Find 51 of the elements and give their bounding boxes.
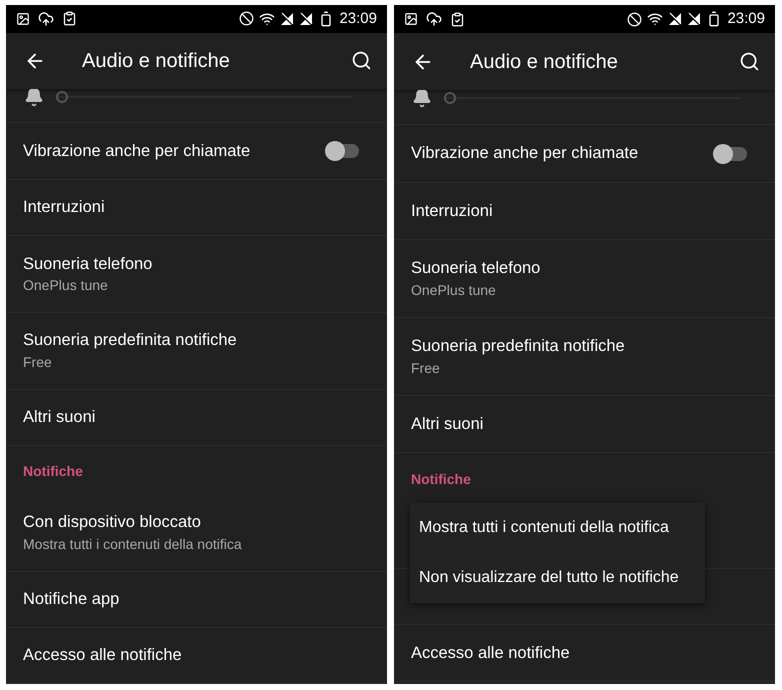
setting-summary: Free [411,360,441,378]
setting-title[interactable]: Altri suoni [23,406,387,428]
section-header: Notifiche [23,462,83,481]
setting-title[interactable]: Suoneria telefono [23,254,387,274]
setting-summary: OnePlus tune [411,282,497,300]
setting-title: Vibrazione anche per chiamate [23,140,250,162]
bell-icon [412,90,432,108]
setting-title[interactable]: Accesso alle notifiche [411,642,775,664]
setting-title[interactable]: Interruzioni [23,197,387,218]
no-signal-icon [299,12,314,26]
setting-title[interactable]: Suoneria telefono [411,258,775,279]
toggle-switch[interactable] [713,144,749,164]
setting-summary: Free [23,354,53,372]
setting-title[interactable]: Suoneria predefinita notifiche [23,330,387,351]
volume-slider[interactable] [56,90,353,103]
setting-title[interactable]: Interruzioni [411,200,775,222]
bell-icon [24,88,44,107]
setting-title: Vibrazione anche per chiamate [411,143,638,164]
menu-option[interactable]: Mostra tutti i contenuti della notifica [410,503,705,553]
setting-summary: OnePlus tune [23,277,109,295]
setting-title[interactable]: Notifiche app [23,589,387,610]
cloud-upload-icon [426,11,442,27]
status-time: 23:09 [727,8,765,29]
toggle-switch[interactable] [325,141,361,162]
no-signal-icon [687,12,702,26]
image-icon [404,12,418,26]
image-icon [16,12,30,26]
clipboard-check-icon [62,11,77,26]
clipboard-check-icon [450,12,465,26]
setting-title[interactable]: Altri suoni [411,414,775,434]
cloud-upload-icon [38,10,54,27]
setting-title[interactable]: Suoneria predefinita notifiche [411,336,775,357]
section-header: Notifiche [411,470,471,488]
search-icon[interactable] [351,50,372,72]
wifi-icon [259,10,276,27]
menu-option[interactable]: Non visualizzare del tutto le notifiche [410,553,705,603]
no-signal-icon [668,12,682,26]
screen-title: Audio e notifiche [82,48,231,74]
search-icon[interactable] [739,51,760,72]
slider-thumb[interactable] [56,90,68,103]
setting-title[interactable]: Accesso alle notifiche [23,645,387,666]
volume-slider[interactable] [444,92,741,104]
status-time: 23:09 [339,8,377,29]
slider-thumb[interactable] [444,92,456,104]
setting-title[interactable]: Con dispositivo bloccato [23,512,387,533]
setting-summary: Mostra tutti i contenuti della notifica [23,536,243,554]
screen-title: Audio e notifiche [470,50,619,74]
do-not-disturb-icon [239,11,254,26]
no-signal-icon [280,12,294,26]
wifi-icon [647,11,664,27]
do-not-disturb-icon [627,12,642,26]
